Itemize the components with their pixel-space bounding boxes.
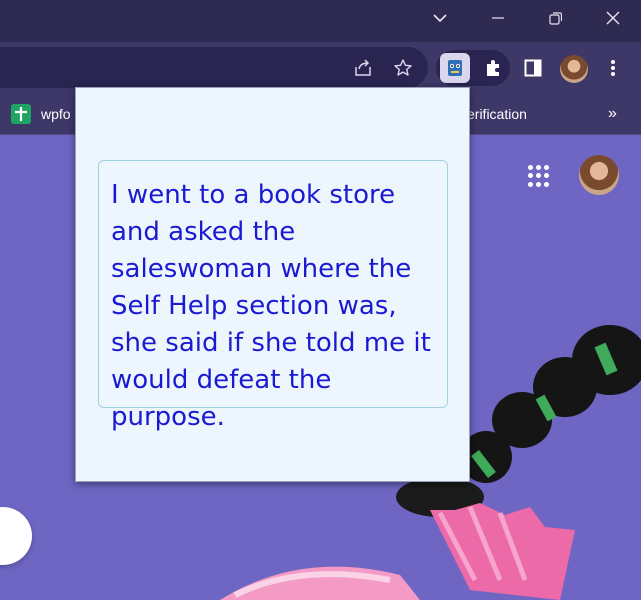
extension-button[interactable] [440, 53, 470, 83]
bookmark-item-wpfo[interactable]: wpfo [11, 104, 71, 124]
share-icon [355, 59, 371, 76]
bookmark-label: erification [467, 106, 527, 122]
title-bar [0, 0, 641, 42]
bookmark-item-verification[interactable]: erification [467, 104, 527, 124]
extensions-menu-button[interactable] [478, 53, 508, 83]
tab-search-button[interactable] [412, 0, 468, 36]
extension-popup: I went to a book store and asked the sal… [75, 87, 470, 482]
share-button[interactable] [348, 53, 378, 83]
minimize-button[interactable] [470, 0, 526, 36]
puzzle-icon [487, 60, 499, 76]
address-bar[interactable] [0, 47, 428, 88]
side-panel-icon [524, 59, 542, 77]
bookmark-label: wpfo [41, 106, 71, 122]
bookmarks-overflow-button[interactable]: » [608, 104, 617, 124]
close-button[interactable] [585, 0, 641, 36]
profile-avatar[interactable] [560, 55, 588, 83]
close-icon [606, 11, 620, 25]
restore-button[interactable] [527, 0, 583, 36]
minimize-icon [492, 17, 504, 19]
side-panel-button[interactable] [518, 53, 548, 83]
extension-icon [448, 60, 462, 76]
joke-card: I went to a book store and asked the sal… [98, 160, 448, 432]
sheets-icon [11, 104, 31, 124]
overflow-chevron-icon: » [608, 105, 617, 122]
restore-icon [548, 11, 562, 25]
bookmark-star-button[interactable] [388, 53, 418, 83]
joke-text: I went to a book store and asked the sal… [111, 180, 431, 432]
more-menu-button[interactable] [598, 53, 628, 83]
chevron-down-icon [433, 14, 447, 23]
more-vert-icon [611, 60, 615, 76]
star-icon [394, 59, 412, 76]
